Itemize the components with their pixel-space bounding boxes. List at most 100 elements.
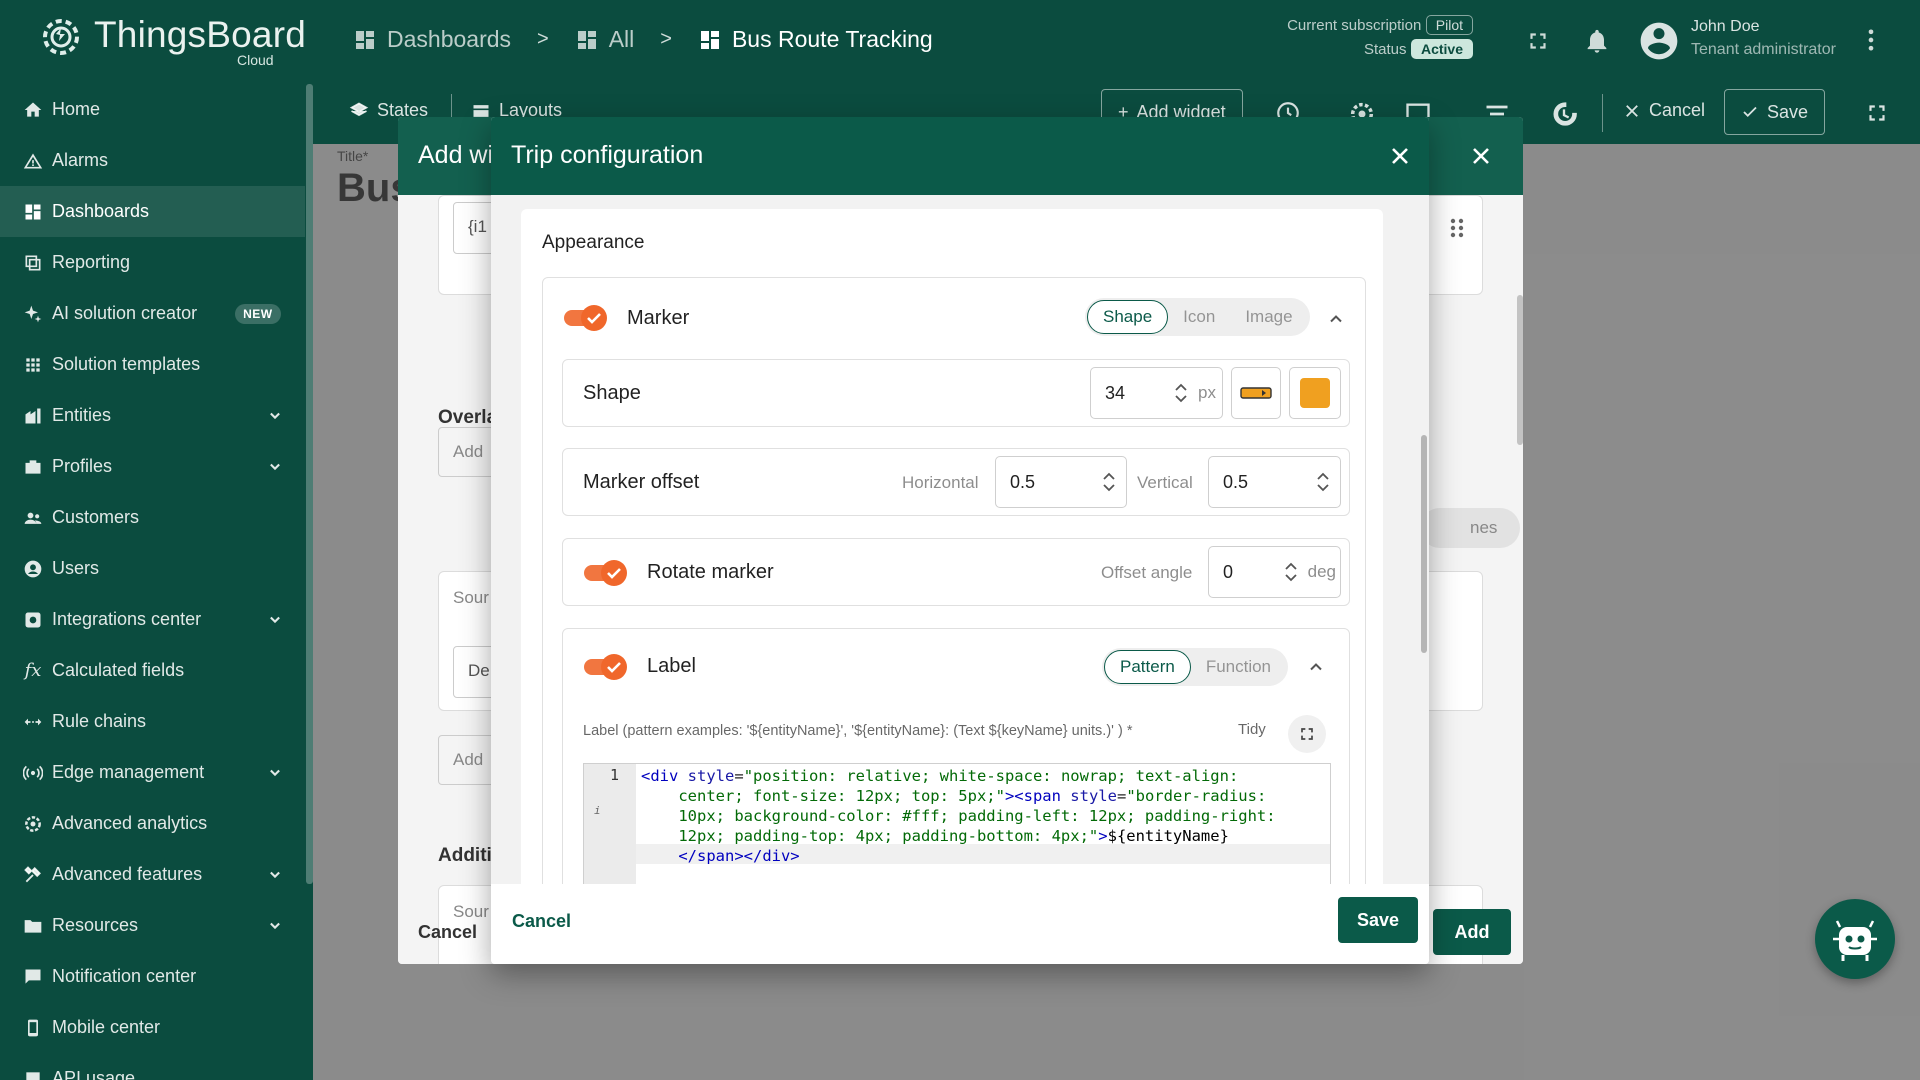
sidebar-item-api-usage[interactable]: API usage [0,1053,305,1080]
sidebar-item-mobile-center[interactable]: Mobile center [0,1002,305,1053]
sidebar-item-edge-management[interactable]: Edge management [0,747,305,798]
chevron-down-icon [270,871,280,879]
marker-group: Marker Shape Icon Image Shape 34 px Mark… [542,277,1366,884]
sidebar-item-integrations-center[interactable]: Integrations center [0,594,305,645]
offset-angle-label: Offset angle [1101,563,1193,582]
breadcrumb-dashboards[interactable]: Dashboards [353,26,511,53]
sidebar-item-entities[interactable]: Entities [0,390,305,441]
shape-size-input[interactable]: 34 px [1090,367,1223,419]
subscription-chip[interactable]: Pilot [1425,15,1473,35]
user-name: John Doe [1691,18,1760,35]
breadcrumb-separator: > [660,28,672,50]
logo-subtitle: Cloud [237,52,274,68]
sidebar-item-label: Mobile center [52,1017,161,1037]
label-mode-function[interactable]: Function [1191,650,1286,684]
add-widget-scrollbar[interactable] [1517,295,1523,445]
stepper-icon[interactable] [1316,471,1330,493]
marker-mode-toggle: Shape Icon Image [1085,298,1310,336]
marker-mode-icon[interactable]: Icon [1168,300,1230,334]
function-icon: fx [24,660,42,681]
code-line-2: center; font-size: 12px; top: 5px;"><spa… [641,787,1267,805]
marker-shape-icon [1240,387,1272,399]
sidebar-item-profiles[interactable]: Profiles [0,441,305,492]
sidebar-item-customers[interactable]: Customers [0,492,305,543]
label-mode-toggle: Pattern Function [1102,648,1289,686]
breadcrumb-all[interactable]: All [575,26,635,53]
marker-offset-row: Marker offset Horizontal 0.5 Vertical 0.… [562,448,1350,516]
expand-editor-button[interactable] [1288,715,1326,753]
rotate-marker-toggle[interactable] [582,558,630,588]
user-info[interactable]: John Doe Tenant administrator [1691,18,1836,59]
sidebar-item-label: Home [52,99,101,119]
sidebar-item-label: Resources [52,915,139,935]
marker-offset-label: Marker offset [583,471,700,493]
sparkle-icon [22,303,44,325]
add-widget-cancel-button[interactable]: Cancel [418,922,477,943]
shape-style-button[interactable] [1231,367,1281,419]
marker-mode-shape[interactable]: Shape [1087,300,1169,334]
sidebar-scrollbar[interactable] [306,84,313,884]
close-icon[interactable] [1388,144,1412,168]
sidebar-item-advanced-analytics[interactable]: Advanced analytics [0,798,305,849]
warning-icon [22,150,44,172]
stepper-icon[interactable] [1174,382,1188,404]
avatar[interactable] [1637,19,1681,63]
ai-assistant-button[interactable] [1815,899,1895,979]
add-widget-add-button[interactable]: Add [1433,909,1511,955]
sidebar-item-notification-center[interactable]: Notification center [0,951,305,1002]
sidebar-item-dashboards[interactable]: Dashboards [0,186,305,237]
divider [1602,94,1603,132]
vertical-offset-input[interactable]: 0.5 [1208,456,1341,508]
more-vert-icon[interactable] [1857,26,1885,54]
sidebar-item-label: Reporting [52,252,131,272]
label-toggle[interactable] [582,652,630,682]
cancel-button[interactable]: Cancel [512,911,571,932]
sidebar-item-solution-templates[interactable]: Solution templates [0,339,305,390]
horizontal-offset-input[interactable]: 0.5 [995,456,1127,508]
drag-handle-icon[interactable] [1447,216,1467,240]
stepper-icon[interactable] [1102,471,1116,493]
layers-icon [349,102,369,116]
sidebar-item-advanced-features[interactable]: Advanced features [0,849,305,900]
sidebar-item-resources[interactable]: Resources [0,900,305,951]
sidebar-item-users[interactable]: Users [0,543,305,594]
close-icon [1626,104,1638,117]
sidebar-item-home[interactable]: Home [0,84,305,135]
fullscreen-icon[interactable] [1864,100,1890,126]
breadcrumb-label: Bus Route Tracking [731,26,933,52]
marker-toggle[interactable] [562,303,610,333]
sidebar-item-ai-solution-creator[interactable]: AI solution creator NEW [0,288,305,339]
sidebar-item-rule-chains[interactable]: Rule chains [0,696,305,747]
dialog-scrollbar[interactable] [1421,435,1427,653]
sidebar-item-alarms[interactable]: Alarms [0,135,305,186]
robot-icon [1833,920,1877,961]
sidebar-item-reporting[interactable]: Reporting [0,237,305,288]
overlays-chip[interactable]: nes [1420,508,1520,548]
breadcrumb-label: All [608,26,635,52]
chevron-up-icon[interactable] [1306,657,1326,677]
notifications-icon[interactable] [1583,27,1611,55]
shape-row: Shape 34 px [562,359,1350,427]
close-icon[interactable] [1469,144,1493,168]
breadcrumb-separator: > [537,28,549,50]
breadcrumb-current: Bus Route Tracking [698,26,933,53]
stepper-icon[interactable] [1284,561,1298,583]
tidy-button[interactable]: Tidy [1238,721,1266,738]
chevron-up-icon[interactable] [1326,309,1346,329]
shape-color-button[interactable] [1289,367,1341,419]
save-button[interactable]: Save [1338,897,1418,943]
label-code-editor[interactable]: 1 i <div style="position: relative; whit… [583,763,1331,884]
offset-angle-input[interactable]: 0 deg [1208,546,1341,598]
top-bar: ThingsBoard Cloud Dashboards > All > Bus… [0,0,1920,84]
sidebar-item-calculated-fields[interactable]: fx Calculated fields [0,645,305,696]
marker-mode-image[interactable]: Image [1230,300,1307,334]
label-mode-pattern[interactable]: Pattern [1104,650,1191,684]
cancel-edit-button[interactable]: Cancel [1623,100,1705,121]
fullscreen-icon[interactable] [1525,28,1551,54]
mobile-icon [22,1017,44,1039]
save-dashboard-button[interactable]: Save [1724,89,1826,135]
history-icon[interactable] [1550,100,1578,128]
add-label: Add [453,442,484,461]
chevron-down-icon [270,463,280,471]
color-swatch [1300,378,1330,408]
